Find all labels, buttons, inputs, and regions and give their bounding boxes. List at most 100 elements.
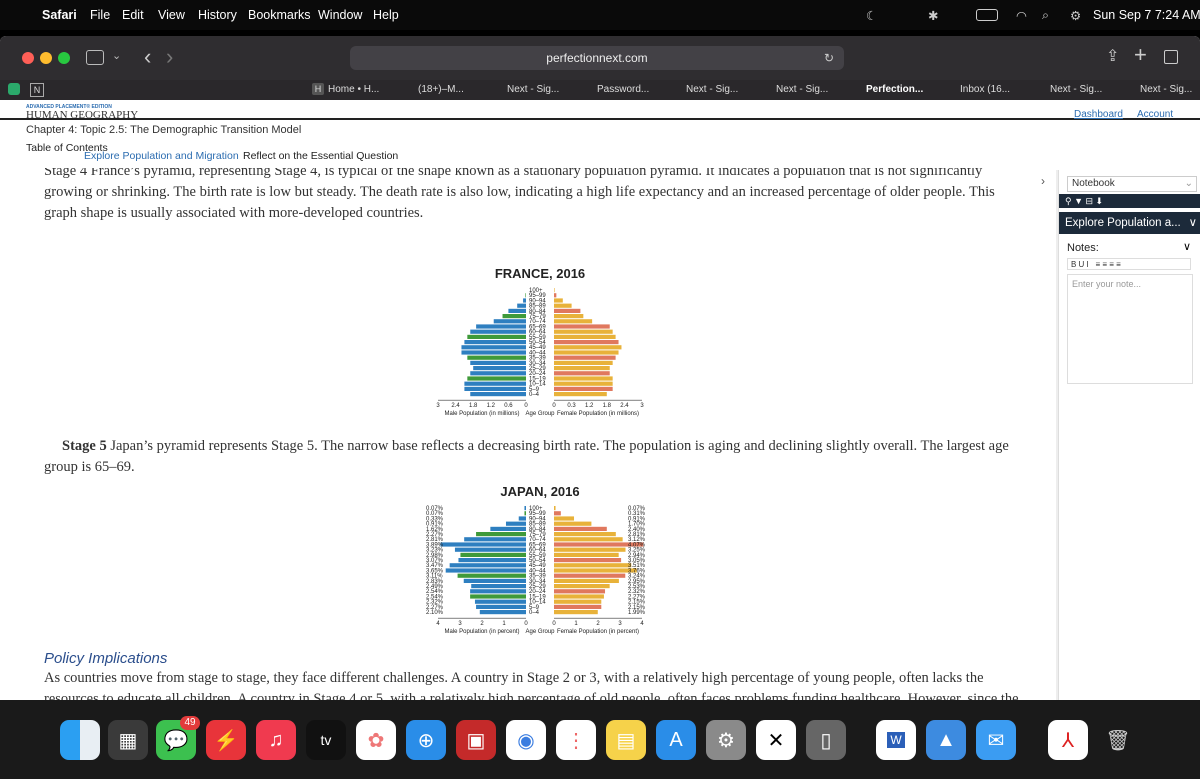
- x-tick-label: 0.3: [567, 403, 576, 409]
- moon-icon[interactable]: ☾: [866, 8, 877, 23]
- mail-icon[interactable]: ✉: [976, 720, 1016, 760]
- minimize-window-button[interactable]: [40, 52, 52, 64]
- stage5-label: Stage 5: [62, 438, 107, 454]
- word-icon[interactable]: W: [876, 720, 916, 760]
- female-bar: [554, 329, 613, 334]
- photos-icon[interactable]: ✿: [356, 720, 396, 760]
- bluetooth-icon[interactable]: ✱: [928, 8, 938, 23]
- menu-help[interactable]: Help: [373, 8, 399, 22]
- male-bar: [454, 547, 526, 552]
- spark-icon[interactable]: ⚡: [206, 720, 246, 760]
- menu-view[interactable]: View: [158, 8, 185, 22]
- web-page: ADVANCED PLACEMENT® EDITION HUMAN GEOGRA…: [0, 100, 1200, 700]
- bookmark-perfection[interactable]: Perfection...: [866, 84, 923, 95]
- forward-button[interactable]: ›: [166, 44, 173, 70]
- chevron-down-icon[interactable]: ⌄: [112, 49, 121, 62]
- bookmark-next-4[interactable]: Next - Sig...: [1050, 84, 1102, 95]
- female-bar: [554, 558, 622, 563]
- tab-explore[interactable]: Explore Population and Migration: [84, 150, 239, 162]
- launchpad-icon[interactable]: ▦: [108, 720, 148, 760]
- male-bar: [457, 573, 526, 578]
- notion-icon[interactable]: N: [30, 83, 44, 97]
- reading-pane: Stage 4 France’s pyramid, representing S…: [0, 168, 1056, 700]
- word-label: W: [887, 732, 905, 748]
- bookmark-home[interactable]: Home • H...: [328, 84, 379, 95]
- reload-icon[interactable]: ↻: [824, 46, 834, 70]
- trash-icon[interactable]: 🗑: [1098, 720, 1138, 760]
- notes-icon[interactable]: ▤: [606, 720, 646, 760]
- chrome-icon[interactable]: ◉: [506, 720, 546, 760]
- note-textarea[interactable]: Enter your note...: [1067, 274, 1193, 384]
- tab-overview-icon[interactable]: [1164, 50, 1178, 64]
- male-bar: [508, 308, 526, 313]
- female-bar: [554, 381, 613, 386]
- female-bar: [554, 345, 622, 350]
- stage4-paragraph: Stage 4 France’s pyramid, representing S…: [44, 168, 995, 221]
- music-icon[interactable]: ♫: [256, 720, 296, 760]
- reminders-icon[interactable]: ⋮: [556, 720, 596, 760]
- capcut-icon[interactable]: ✕: [756, 720, 796, 760]
- female-bar: [554, 599, 602, 604]
- control-center-icon[interactable]: ⚙: [1070, 8, 1081, 23]
- dashboard-link[interactable]: Dashboard: [1074, 109, 1123, 120]
- bookmark-18[interactable]: (18+)–M...: [418, 84, 464, 95]
- chart-title: FRANCE, 2016: [495, 266, 585, 281]
- section-select[interactable]: Explore Population a... ∨: [1059, 212, 1200, 234]
- wifi-icon[interactable]: ◠: [1016, 8, 1027, 23]
- chevron-right-icon[interactable]: ›: [1041, 174, 1045, 188]
- bookmark-password[interactable]: Password...: [597, 84, 649, 95]
- menu-file[interactable]: File: [90, 8, 110, 22]
- app-store-icon[interactable]: A: [656, 720, 696, 760]
- menu-window[interactable]: Window: [318, 8, 362, 22]
- finder-icon[interactable]: [60, 720, 100, 760]
- male-bar: [524, 506, 526, 511]
- bookmark-next-1[interactable]: Next - Sig...: [507, 84, 559, 95]
- address-bar[interactable]: perfectionnext.com ↻: [350, 46, 844, 70]
- female-bar: [554, 532, 616, 537]
- photo-booth-icon[interactable]: ▣: [456, 720, 496, 760]
- japan-pyramid-chart: JAPAN, 2016100+0.07% 0.07%95–990.07% 0.31%…: [426, 484, 646, 635]
- url-text: perfectionnext.com: [546, 51, 648, 65]
- notes-format-toolbar[interactable]: B U I ≡ ≡ ≡ ≡: [1067, 258, 1191, 270]
- male-bar: [464, 381, 526, 386]
- male-bar: [473, 366, 526, 371]
- menu-edit[interactable]: Edit: [122, 8, 144, 22]
- battery-icon[interactable]: [976, 9, 998, 21]
- female-bar: [554, 610, 598, 615]
- male-bar: [467, 376, 526, 381]
- new-tab-button[interactable]: +: [1134, 42, 1147, 68]
- x-tick-label: 0: [524, 403, 528, 409]
- back-button[interactable]: ‹: [144, 44, 151, 70]
- apple-tv-icon[interactable]: tv: [306, 720, 346, 760]
- bookmark-next-5[interactable]: Next - Sig...: [1140, 84, 1192, 95]
- safari-icon[interactable]: ⊕: [406, 720, 446, 760]
- france-pyramid-chart: FRANCE, 2016100+95–9990–9485–8980–8475–7…: [436, 266, 644, 417]
- note-placeholder: Enter your note...: [1072, 279, 1142, 289]
- menu-app-name[interactable]: Safari: [42, 8, 77, 22]
- female-bar: [554, 355, 616, 360]
- sidebar-toggle-icon[interactable]: [86, 50, 104, 65]
- menu-bookmarks[interactable]: Bookmarks: [248, 8, 311, 22]
- chevron-down-icon[interactable]: ∨: [1183, 240, 1191, 253]
- close-window-button[interactable]: [22, 52, 34, 64]
- share-icon[interactable]: ⇪: [1106, 46, 1119, 66]
- bookmark-icon[interactable]: [8, 83, 20, 95]
- keynote-icon[interactable]: ▲: [926, 720, 966, 760]
- bookmark-next-2[interactable]: Next - Sig...: [686, 84, 738, 95]
- tab-reflect[interactable]: Reflect on the Essential Question: [243, 150, 398, 162]
- spotlight-search-icon[interactable]: ⌕: [1042, 8, 1049, 23]
- account-link[interactable]: Account: [1137, 109, 1173, 120]
- bookmark-inbox[interactable]: Inbox (16...: [960, 84, 1010, 95]
- male-bar: [493, 319, 526, 324]
- male-bar: [502, 314, 526, 319]
- safari-window: ⌄ ‹ › perfectionnext.com ↻ ⇪ + N H Home …: [0, 36, 1200, 700]
- menu-history[interactable]: History: [198, 8, 237, 22]
- zoom-window-button[interactable]: [58, 52, 70, 64]
- acrobat-icon[interactable]: ⅄: [1048, 720, 1088, 760]
- system-settings-icon[interactable]: ⚙: [706, 720, 746, 760]
- age-group-label: 0–4: [529, 610, 540, 616]
- menubar-clock[interactable]: Sun Sep 7 7:24 AM: [1093, 8, 1200, 22]
- bookmark-next-3[interactable]: Next - Sig...: [776, 84, 828, 95]
- iphone-mirroring-icon[interactable]: ▯: [806, 720, 846, 760]
- notebook-select[interactable]: Notebook ⌄: [1067, 176, 1197, 192]
